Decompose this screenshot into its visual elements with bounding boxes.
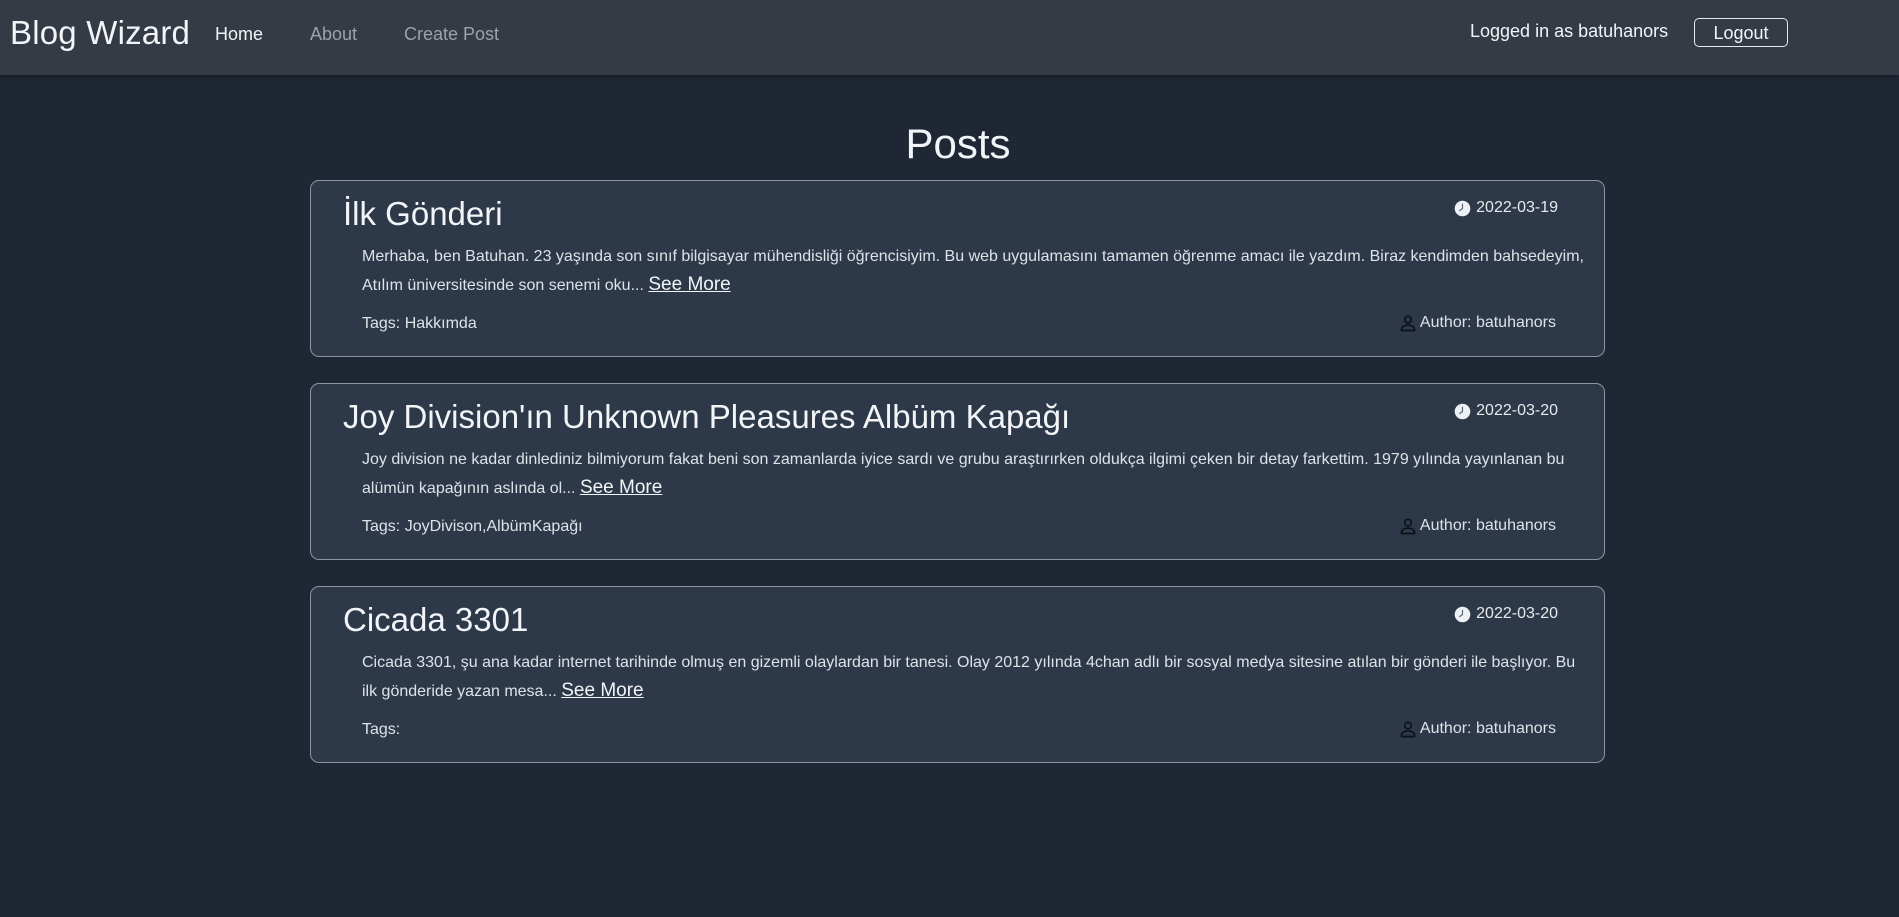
clock-icon (1454, 200, 1471, 216)
see-more-link[interactable]: See More (648, 274, 730, 295)
post-date-text: 2022-03-20 (1476, 605, 1558, 622)
nav-link-home[interactable]: Home (215, 24, 263, 45)
post-author-text: Author: batuhanors (1419, 314, 1556, 331)
post-author-text: Author: batuhanors (1419, 517, 1556, 534)
post-author-text: Author: batuhanors (1419, 720, 1556, 737)
post-date-text: 2022-03-19 (1476, 199, 1558, 216)
post-title[interactable]: Cicada 3301 (343, 601, 528, 639)
see-more-link[interactable]: See More (561, 680, 643, 701)
post-tags: Tags: (362, 721, 401, 738)
post-excerpt-text: Merhaba, ben Batuhan. 23 yaşında son sın… (362, 248, 1584, 294)
post-excerpt-text: Cicada 3301, şu ana kadar internet tarih… (362, 654, 1576, 700)
post-author: Author: batuhanors (1398, 313, 1556, 333)
see-more-link[interactable]: See More (580, 477, 662, 498)
post-excerpt: Cicada 3301, şu ana kadar internet tarih… (362, 649, 1592, 706)
person-icon (1400, 315, 1416, 332)
navbar: Blog Wizard Home About Create Post Logge… (0, 0, 1899, 75)
post-author: Author: batuhanors (1398, 719, 1556, 739)
post-tags: Tags: JoyDivison,AlbümKapağı (362, 518, 583, 535)
post-card: Cicada 3301 2022-03-20 Cicada 3301, şu a… (310, 586, 1605, 763)
post-title[interactable]: İlk Gönderi (343, 195, 503, 233)
nav-link-about[interactable]: About (310, 24, 357, 45)
post-tags: Tags: Hakkımda (362, 315, 477, 332)
logged-in-status: Logged in as batuhanors (1470, 21, 1669, 41)
post-date: 2022-03-19 (1454, 199, 1558, 217)
page-title: Posts (905, 120, 1011, 167)
person-icon (1400, 721, 1416, 738)
post-title[interactable]: Joy Division'ın Unknown Pleasures Albüm … (343, 398, 1070, 436)
post-date-text: 2022-03-20 (1476, 402, 1558, 419)
post-date: 2022-03-20 (1454, 605, 1558, 623)
post-excerpt: Merhaba, ben Batuhan. 23 yaşında son sın… (362, 243, 1592, 300)
post-author: Author: batuhanors (1398, 516, 1556, 536)
clock-icon (1454, 403, 1471, 419)
clock-icon (1454, 606, 1471, 622)
post-excerpt-text: Joy division ne kadar dinlediniz bilmiyo… (362, 451, 1565, 497)
post-card: Joy Division'ın Unknown Pleasures Albüm … (310, 383, 1605, 560)
logout-button[interactable]: Logout (1694, 18, 1788, 47)
post-excerpt: Joy division ne kadar dinlediniz bilmiyo… (362, 446, 1592, 503)
person-icon (1400, 518, 1416, 535)
post-card: İlk Gönderi 2022-03-19 Merhaba, ben Batu… (310, 180, 1605, 357)
brand-logo[interactable]: Blog Wizard (10, 14, 190, 52)
nav-link-create-post[interactable]: Create Post (404, 24, 499, 45)
post-date: 2022-03-20 (1454, 402, 1558, 420)
